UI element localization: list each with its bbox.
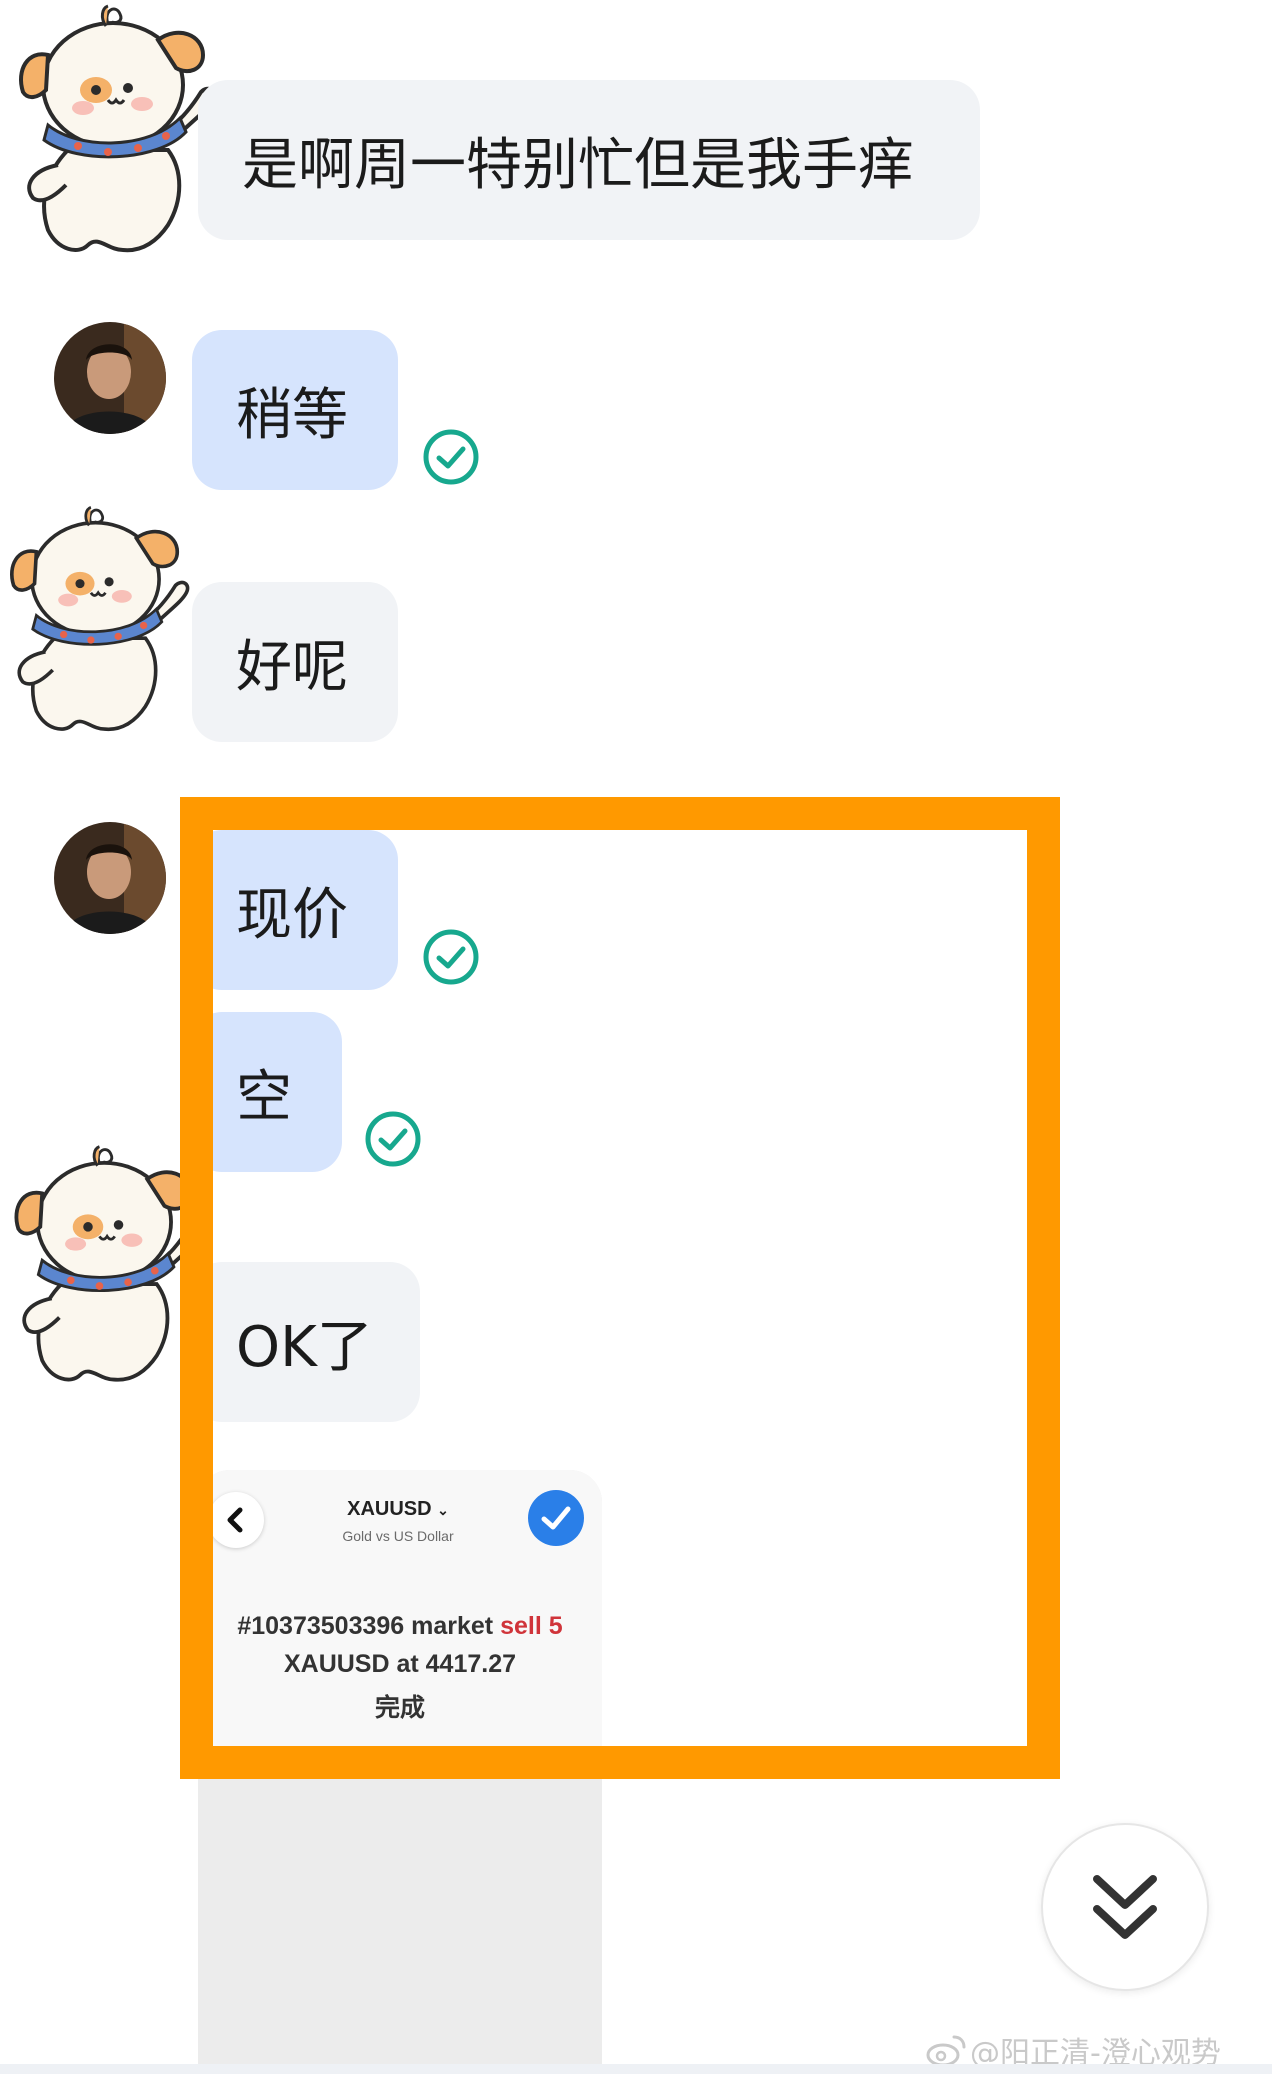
sticker-dog-avatar <box>0 490 200 750</box>
message-bubble-other: 好呢 <box>192 582 398 742</box>
message-text: 是啊周一特别忙但是我手痒 <box>242 132 914 198</box>
highlight-frame <box>180 797 1060 1779</box>
message-text: 好呢 <box>236 634 348 700</box>
message-text: 稍等 <box>236 382 348 448</box>
bottom-strip <box>0 2064 1272 2074</box>
user-avatar[interactable] <box>54 822 166 934</box>
user-avatar[interactable] <box>54 322 166 434</box>
message-bubble-other: 是啊周一特别忙但是我手痒 <box>198 80 980 240</box>
scroll-to-bottom-button[interactable] <box>1041 1823 1209 1991</box>
sent-check-icon <box>422 428 480 486</box>
weibo-icon <box>926 2035 966 2067</box>
sticker-dog-avatar <box>8 0 228 260</box>
message-bubble-mine: 稍等 <box>192 330 398 490</box>
double-chevron-down-icon <box>1093 1875 1157 1939</box>
